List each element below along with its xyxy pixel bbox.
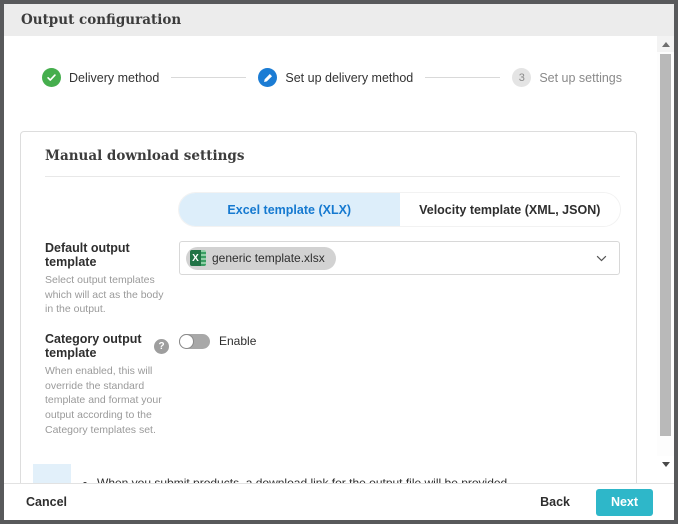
dialog-footer: Cancel Back Next: [4, 483, 674, 520]
arrow-down-icon: [662, 462, 670, 467]
scrollbar-thumb[interactable]: [660, 54, 671, 436]
template-tabs: Excel template (XLX) Velocity template (…: [179, 193, 620, 226]
selected-template-chip[interactable]: X generic template.xlsx: [186, 247, 336, 270]
chevron-down-icon: [596, 255, 607, 262]
pencil-icon: [258, 68, 277, 87]
dialog-body: Delivery method Set up delivery method 3…: [4, 36, 674, 483]
default-output-template-labels: Default output template Select output te…: [45, 241, 179, 317]
toggle-knob: [179, 334, 194, 349]
tab-excel-template[interactable]: Excel template (XLX): [179, 193, 400, 226]
manual-download-settings-panel: Manual download settings Excel template …: [20, 131, 637, 483]
step-label: Set up delivery method: [285, 71, 413, 85]
help-icon[interactable]: ?: [154, 339, 169, 354]
info-box: i When you submit products, a download l…: [33, 464, 620, 484]
vertical-scrollbar[interactable]: [657, 36, 674, 472]
enable-toggle[interactable]: [179, 334, 210, 349]
default-template-select[interactable]: X generic template.xlsx: [179, 241, 620, 275]
field-description: Select output templates which will act a…: [45, 273, 169, 317]
toggle-label: Enable: [219, 334, 256, 348]
step-label: Set up settings: [539, 71, 622, 85]
step-number-badge: 3: [512, 68, 531, 87]
cancel-button[interactable]: Cancel: [26, 495, 67, 509]
stepper: Delivery method Set up delivery method 3…: [42, 68, 622, 87]
field-label: Default output template: [45, 241, 169, 269]
dialog-titlebar: Output configuration: [4, 4, 674, 36]
default-output-template-row: Default output template Select output te…: [45, 241, 620, 317]
info-bullet-list: When you submit products, a download lin…: [71, 464, 521, 484]
panel-title: Manual download settings: [45, 148, 620, 177]
next-button[interactable]: Next: [596, 489, 653, 516]
info-strip: i: [33, 464, 71, 484]
field-description: When enabled, this will override the sta…: [45, 364, 169, 437]
category-output-template-control: Enable: [179, 332, 620, 437]
step-set-up-delivery-method[interactable]: Set up delivery method: [258, 68, 413, 87]
check-icon: [42, 68, 61, 87]
field-label: Category output template: [45, 332, 147, 360]
step-delivery-method[interactable]: Delivery method: [42, 68, 159, 87]
category-output-template-labels: Category output template ? When enabled,…: [45, 332, 179, 437]
step-set-up-settings[interactable]: 3 Set up settings: [512, 68, 622, 87]
selected-template-name: generic template.xlsx: [212, 251, 325, 265]
back-button[interactable]: Back: [540, 495, 570, 509]
scroll-down-button[interactable]: [657, 456, 674, 472]
excel-file-icon: X: [190, 250, 206, 266]
step-connector: [425, 77, 500, 78]
arrow-up-icon: [662, 42, 670, 47]
info-bullet: When you submit products, a download lin…: [97, 476, 511, 484]
default-output-template-control: X generic template.xlsx: [179, 241, 620, 317]
scroll-up-button[interactable]: [657, 36, 674, 52]
step-connector: [171, 77, 246, 78]
dialog-title: Output configuration: [21, 12, 181, 28]
output-configuration-dialog: Output configuration Delivery method Set…: [0, 0, 678, 524]
category-output-template-row: Category output template ? When enabled,…: [45, 332, 620, 437]
tab-velocity-template[interactable]: Velocity template (XML, JSON): [400, 193, 621, 226]
step-label: Delivery method: [69, 71, 159, 85]
